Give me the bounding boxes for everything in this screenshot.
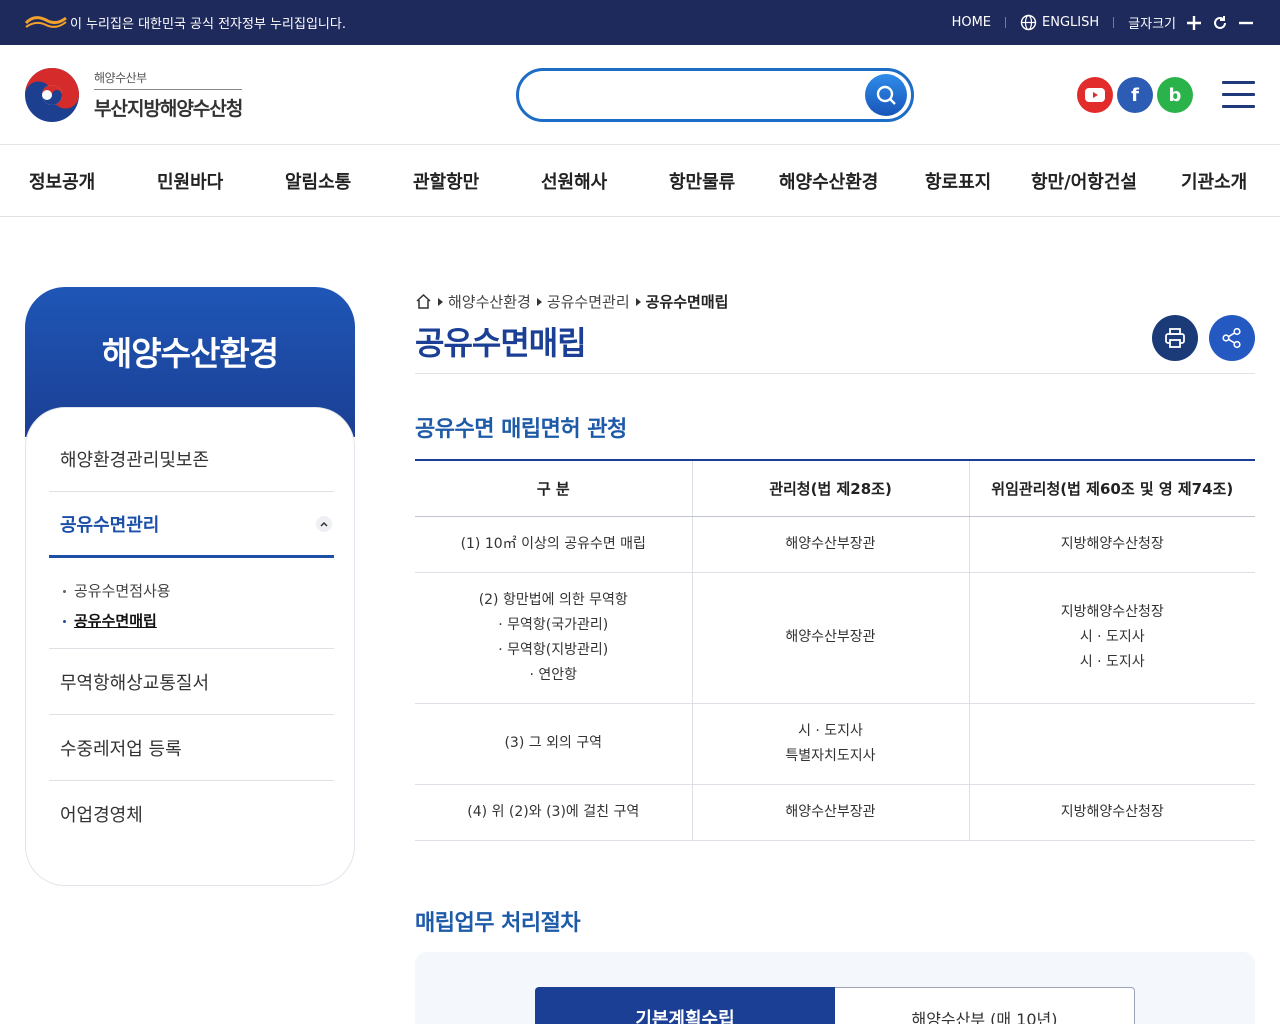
side-subitem-label: 공유수면매립 [74,612,157,630]
divider [415,373,1255,374]
nav-item[interactable]: 정보공개 [29,168,95,194]
reset-icon[interactable] [1212,15,1228,31]
utility-menu: HOME ENGLISH 글자크기 [952,0,1254,45]
youtube-icon [1085,88,1105,102]
side-subitem-label: 공유수면점사용 [74,582,171,600]
table-cell: (2) 항만법에 의한 무역항 · 무역항(국가관리) · 무역항(지방관리) … [415,572,693,704]
gov-banner: 이 누리집은 대한민국 공식 전자정부 누리집입니다. HOME ENGLISH… [0,0,1280,45]
page-actions [1152,315,1255,361]
home-icon[interactable] [415,293,432,310]
office-name: 부산지방해양수산청 [94,89,243,121]
side-subitem-active[interactable]: 공유수면매립 [63,606,334,636]
side-item[interactable]: 수중레저업 등록 [49,715,334,781]
nav-item[interactable]: 선원해사 [541,168,607,194]
search-bar [516,68,914,122]
logo-text: 해양수산부 부산지방해양수산청 [94,69,243,121]
table-cell: 지방해양수산청장 시 · 도지사 시 · 도지사 [969,572,1255,704]
side-subitem[interactable]: 공유수면점사용 [63,576,334,606]
table-cell: 해양수산부장관 [692,784,970,841]
side-item-label: 공유수면관리 [60,514,160,536]
nav-item[interactable]: 해양수산환경 [779,168,878,194]
table-cell: (4) 위 (2)와 (3)에 걸친 구역 [415,784,693,841]
breadcrumb-current: 공유수면매립 [645,293,729,311]
column-header: 관리청(법 제28조) [692,460,970,517]
nav-item[interactable]: 관할항만 [413,168,479,194]
share-button[interactable] [1209,315,1255,361]
procedure-step-label: 기본계획수립 [535,987,835,1024]
breadcrumb-item[interactable]: 해양수산환경 [448,291,531,312]
gov-notice: 이 누리집은 대한민국 공식 전자정부 누리집입니다. [70,17,346,32]
section-title: 공유수면 매립면허 관청 [415,417,627,442]
table-row: (4) 위 (2)와 (3)에 걸친 구역 해양수산부장관 지방해양수산청장 [415,784,1255,841]
chevron-up-icon[interactable] [316,515,332,532]
blog-icon: b [1168,84,1182,106]
ministry-name: 해양수산부 [94,71,147,85]
table-cell: 해양수산부장관 [692,516,970,573]
nav-item[interactable]: 항로표지 [925,168,991,194]
table-cell: 지방해양수산청장 [969,516,1255,573]
table-cell: 시 · 도지사 특별자치도지사 [692,703,970,785]
procedure-tabs: 기본계획수립 해양수산부 (매 10년) [535,987,1135,1024]
table-header-row: 구 분 관리청(법 제28조) 위임관리청(법 제60조 및 영 제74조) [415,460,1255,517]
column-header: 위임관리청(법 제60조 및 영 제74조) [969,460,1255,517]
license-authority-table: 구 분 관리청(법 제28조) 위임관리청(법 제60조 및 영 제74조) (… [415,459,1255,841]
print-icon [1165,328,1185,348]
breadcrumb-item[interactable]: 공유수면관리 [547,291,630,312]
plus-icon[interactable] [1186,15,1202,31]
font-size-label: 글자크기 [1128,17,1176,32]
main-nav: 정보공개 민원바다 알림소통 관할항만 선원해사 항만물류 해양수산환경 항로표… [0,146,1280,217]
home-link[interactable]: HOME [952,15,991,30]
globe-icon [1020,14,1037,31]
english-link[interactable]: ENGLISH [1020,14,1099,31]
side-nav-body: 해양환경관리및보존 공유수면관리 공유수면점사용 공유수면매립 무역항해상교통질… [25,407,355,886]
divider [1113,17,1115,28]
side-nav: 해양수산환경 해양환경관리및보존 공유수면관리 공유수면점사용 공유수면매립 무… [25,287,355,886]
breadcrumb: 해양수산환경 공유수면관리 공유수면매립 [415,291,728,312]
facebook-link[interactable]: f [1117,77,1153,113]
table-row: (2) 항만법에 의한 무역항 · 무역항(국가관리) · 무역항(지방관리) … [415,572,1255,704]
table-cell: 해양수산부장관 [692,572,970,704]
font-size-control: 글자크기 [1128,13,1254,32]
procedure-panel: 기본계획수립 해양수산부 (매 10년) [415,952,1255,1024]
nav-item[interactable]: 알림소통 [285,168,351,194]
egov-logo-icon [24,16,67,28]
youtube-link[interactable] [1077,77,1113,113]
table-cell: 지방해양수산청장 [969,784,1255,841]
side-item-active[interactable]: 공유수면관리 [49,492,334,558]
site-logo[interactable]: 해양수산부 부산지방해양수산청 [24,67,243,123]
side-item[interactable]: 무역항해상교통질서 [49,649,334,715]
table-cell: (3) 그 외의 구역 [415,703,693,785]
side-item[interactable]: 해양환경관리및보존 [49,426,334,492]
page-title: 공유수면매립 [415,324,587,362]
sns-links: f b [1077,77,1193,113]
divider [1005,17,1007,28]
nav-item[interactable]: 항만물류 [669,168,735,194]
menu-icon[interactable] [1222,81,1255,109]
facebook-icon: f [1131,84,1139,106]
blog-link[interactable]: b [1157,77,1193,113]
side-menu: 해양환경관리및보존 공유수면관리 공유수면점사용 공유수면매립 무역항해상교통질… [49,426,334,847]
search-input[interactable] [535,79,865,111]
site-header: 해양수산부 부산지방해양수산청 f b [0,45,1280,145]
side-submenu: 공유수면점사용 공유수면매립 [49,558,334,649]
search-icon [876,85,896,105]
table-row: (1) 10㎡ 이상의 공유수면 매립 해양수산부장관 지방해양수산청장 [415,516,1255,573]
procedure-step-owner: 해양수산부 (매 10년) [835,987,1135,1024]
taegeuk-emblem-icon [25,68,79,122]
print-button[interactable] [1152,315,1198,361]
share-icon [1222,327,1241,349]
side-item[interactable]: 어업경영체 [49,781,334,847]
column-header: 구 분 [415,460,693,517]
english-label: ENGLISH [1042,15,1100,30]
nav-item[interactable]: 기관소개 [1181,168,1247,194]
side-nav-title: 해양수산환경 [101,334,279,373]
search-button[interactable] [865,74,907,116]
table-row: (3) 그 외의 구역 시 · 도지사 특별자치도지사 [415,703,1255,785]
nav-item[interactable]: 항만/어항건설 [1031,168,1137,194]
nav-item[interactable]: 민원바다 [157,168,223,194]
table-cell: (1) 10㎡ 이상의 공유수면 매립 [415,516,693,573]
table-cell [969,703,1255,785]
minus-icon[interactable] [1238,15,1254,31]
section-title: 매립업무 처리절차 [415,911,581,936]
